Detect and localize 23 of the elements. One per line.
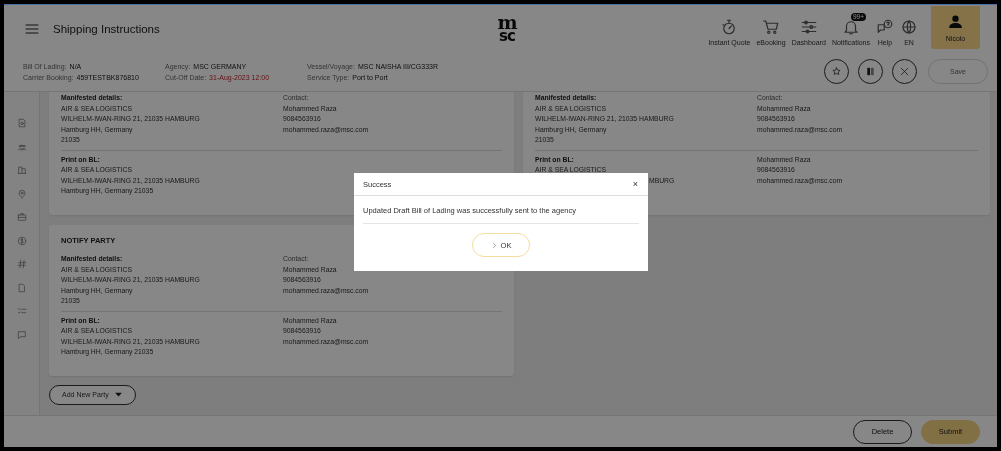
briefcase-icon[interactable] <box>16 212 27 222</box>
checklist-icon[interactable] <box>16 306 27 316</box>
close-icon <box>899 66 910 77</box>
file-icon[interactable] <box>16 282 27 293</box>
chevron-icon <box>490 241 498 249</box>
hash-icon[interactable] <box>16 259 27 269</box>
caret-down-icon <box>113 390 123 399</box>
cart-icon <box>762 17 780 36</box>
close-button[interactable]: × <box>630 179 640 189</box>
user-icon <box>947 13 964 30</box>
people-icon[interactable] <box>16 141 27 152</box>
pin-icon[interactable] <box>16 188 27 199</box>
star-icon <box>831 66 842 77</box>
close-button[interactable] <box>892 59 917 84</box>
building-icon[interactable] <box>16 165 27 175</box>
chat-icon[interactable] <box>16 329 27 340</box>
page-title: Shipping Instructions <box>53 22 160 35</box>
globe-icon <box>900 17 918 36</box>
star-button[interactable] <box>824 59 849 84</box>
logo: m sc <box>497 14 517 43</box>
document-icon[interactable] <box>16 118 27 128</box>
dollar-icon[interactable] <box>16 235 27 246</box>
help-icon <box>876 17 894 36</box>
